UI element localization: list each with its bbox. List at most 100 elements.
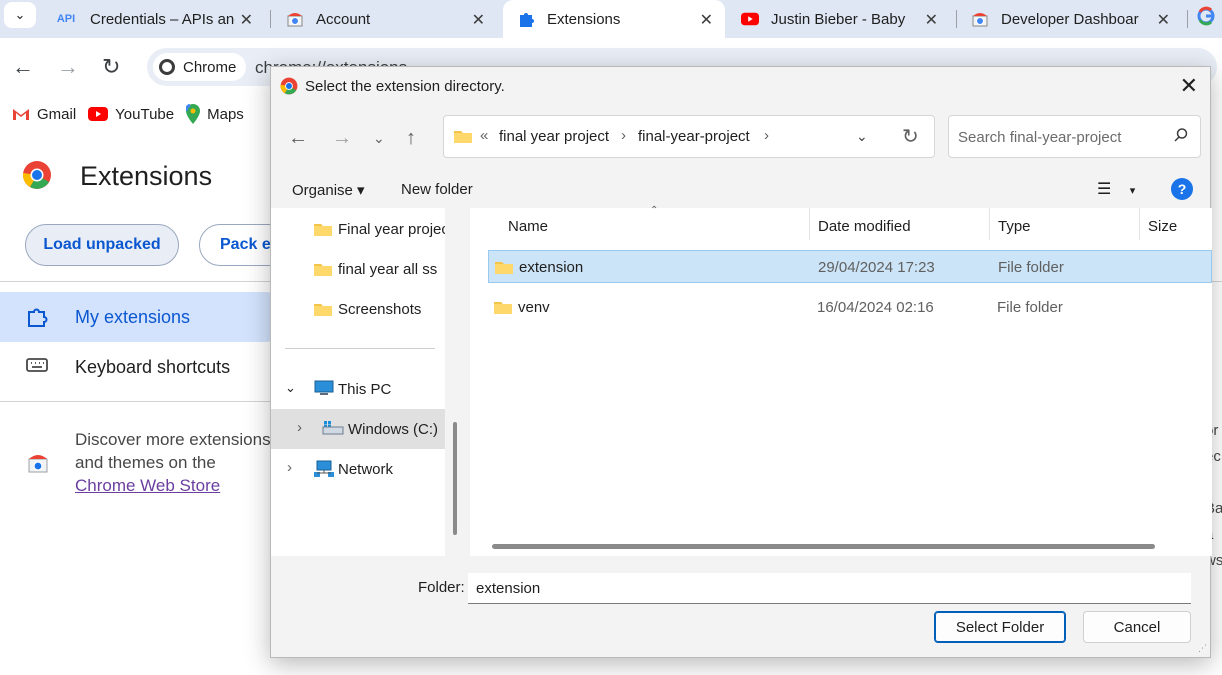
tab-title: Account xyxy=(316,10,371,28)
nav-item-screenshots[interactable]: Screenshots xyxy=(271,289,445,329)
view-options-button[interactable]: ☰ ▾ xyxy=(1097,179,1135,199)
tab-extensions[interactable]: Extensions ✕ xyxy=(503,0,725,38)
nav-item-label: Windows (C:) xyxy=(348,420,439,438)
tab-credentials[interactable]: API Credentials – APIs and ✕ xyxy=(40,0,265,38)
nav-pane-scrollbar[interactable] xyxy=(453,422,457,535)
sort-ascending-icon[interactable]: ⌃ xyxy=(650,205,658,216)
column-header-date[interactable]: Date modified xyxy=(818,218,911,235)
chevron-down-icon: ⌄ xyxy=(14,7,26,22)
nav-item-label: Final year project xyxy=(338,220,445,238)
site-info-chip[interactable]: Chrome xyxy=(153,53,247,81)
tab-youtube-video[interactable]: Justin Bieber - Baby ✕ xyxy=(727,0,950,38)
tab-developer-dashboard[interactable]: Developer Dashboard ✕ xyxy=(957,0,1182,38)
bookmark-gmail[interactable]: Gmail xyxy=(12,106,76,123)
folder-icon xyxy=(454,129,472,148)
chevron-down-icon[interactable]: ⌄ xyxy=(856,128,868,145)
up-arrow-icon[interactable]: ↑ xyxy=(406,127,416,150)
chevron-right-icon[interactable]: › xyxy=(297,419,302,436)
back-arrow-icon[interactable]: ← xyxy=(12,54,34,80)
gmail-icon xyxy=(12,107,30,121)
breadcrumb-item[interactable]: final year project xyxy=(499,128,609,145)
nav-item-windows-c[interactable]: › Windows (C:) xyxy=(271,409,445,449)
column-header-name[interactable]: Name xyxy=(508,218,548,235)
forward-arrow-icon[interactable]: → xyxy=(332,127,352,150)
close-icon[interactable]: ✕ xyxy=(240,10,253,30)
tab-account[interactable]: Account ✕ xyxy=(272,0,497,38)
chrome-webstore-icon xyxy=(286,10,304,28)
file-type: File folder xyxy=(998,259,1064,276)
back-arrow-icon[interactable]: ← xyxy=(288,127,308,150)
column-separator[interactable] xyxy=(989,208,990,240)
recent-locations-chevron-icon[interactable]: ⌄ xyxy=(373,130,385,147)
nav-item-final-year-all-ss[interactable]: final year all ss xyxy=(271,249,445,289)
chevron-down-icon: ▾ xyxy=(1129,185,1136,197)
file-date: 29/04/2024 17:23 xyxy=(818,259,935,276)
nav-item-final-year-project[interactable]: Final year project xyxy=(271,209,445,249)
sidebar-item-my-extensions[interactable]: My extensions xyxy=(0,292,290,342)
tab-title: Credentials – APIs and xyxy=(90,10,235,28)
chip-label: Chrome xyxy=(183,58,237,76)
folder-icon xyxy=(495,260,513,278)
discover-prefix: Discover more extensions and themes on t… xyxy=(75,430,271,472)
tab-title: Justin Bieber - Baby xyxy=(771,10,906,28)
column-header-type[interactable]: Type xyxy=(998,218,1031,235)
folder-icon xyxy=(314,222,332,240)
bookmark-maps[interactable]: Maps xyxy=(186,104,244,124)
google-icon[interactable] xyxy=(1196,6,1216,31)
file-row-extension[interactable]: extension 29/04/2024 17:23 File folder xyxy=(488,250,1212,283)
page-title: Extensions xyxy=(80,161,213,191)
search-box[interactable]: Search final-year-project xyxy=(948,115,1201,158)
select-folder-button[interactable]: Select Folder xyxy=(934,611,1066,643)
close-icon[interactable]: ✕ xyxy=(925,10,938,30)
file-list-pane: ⌃ Name Date modified Type Size extension… xyxy=(470,205,1212,556)
load-unpacked-button[interactable]: Load unpacked xyxy=(25,224,179,266)
chrome-webstore-icon xyxy=(27,452,49,479)
help-icon[interactable]: ? xyxy=(1171,178,1193,200)
breadcrumb-item[interactable]: final-year-project xyxy=(638,128,750,145)
sidebar-item-label: My extensions xyxy=(75,306,191,327)
folder-icon xyxy=(314,262,332,280)
network-icon xyxy=(314,460,334,482)
cancel-button[interactable]: Cancel xyxy=(1083,611,1191,643)
chevron-right-icon[interactable]: › xyxy=(764,127,769,144)
file-name: venv xyxy=(518,299,550,316)
file-row-venv[interactable]: venv 16/04/2024 02:16 File folder xyxy=(488,291,1212,324)
puzzle-icon xyxy=(517,10,535,28)
bookmark-youtube[interactable]: YouTube xyxy=(88,106,174,123)
tab-strip: ⌄ API Credentials – APIs and ✕ Account ✕… xyxy=(0,0,1222,38)
close-icon[interactable]: ✕ xyxy=(700,10,713,30)
close-icon[interactable]: ✕ xyxy=(1180,73,1198,99)
horizontal-scrollbar[interactable] xyxy=(492,544,1155,549)
nav-item-this-pc[interactable]: ⌄ This PC xyxy=(271,369,445,409)
maps-icon xyxy=(186,104,201,124)
close-icon[interactable]: ✕ xyxy=(1157,10,1170,30)
close-icon[interactable]: ✕ xyxy=(472,10,485,30)
divider xyxy=(0,401,290,402)
breadcrumb-overflow[interactable]: « xyxy=(480,127,488,144)
resize-grip-icon[interactable]: ⋰ xyxy=(1198,643,1207,654)
column-header-size[interactable]: Size xyxy=(1148,218,1177,235)
nav-item-label: This PC xyxy=(338,380,392,398)
folder-name-input[interactable] xyxy=(468,573,1191,604)
organise-menu-button[interactable]: Organise ▾ xyxy=(292,181,365,199)
chrome-web-store-link[interactable]: Chrome Web Store xyxy=(75,476,220,495)
column-separator[interactable] xyxy=(1139,208,1140,240)
reload-icon[interactable]: ↻ xyxy=(102,54,120,80)
chevron-down-icon[interactable]: ⌄ xyxy=(285,380,296,396)
chrome-icon xyxy=(280,77,298,100)
forward-arrow-icon[interactable]: → xyxy=(57,54,79,80)
column-separator[interactable] xyxy=(809,208,810,240)
refresh-icon[interactable]: ↻ xyxy=(902,124,919,149)
extension-icon xyxy=(26,306,48,333)
new-folder-button[interactable]: New folder xyxy=(401,181,473,198)
nav-item-network[interactable]: › Network xyxy=(271,449,445,489)
search-input[interactable]: Search final-year-project xyxy=(958,129,1121,146)
tab-search-button[interactable]: ⌄ xyxy=(4,2,36,28)
chevron-right-icon[interactable]: › xyxy=(621,127,626,144)
api-icon: API xyxy=(56,13,76,25)
address-breadcrumb-bar[interactable]: « final year project › final-year-projec… xyxy=(443,115,935,158)
chevron-right-icon[interactable]: › xyxy=(287,459,292,476)
tab-separator xyxy=(270,10,271,28)
sidebar-item-keyboard-shortcuts[interactable]: Keyboard shortcuts xyxy=(0,342,290,392)
tab-title: Developer Dashboard xyxy=(1001,10,1139,28)
